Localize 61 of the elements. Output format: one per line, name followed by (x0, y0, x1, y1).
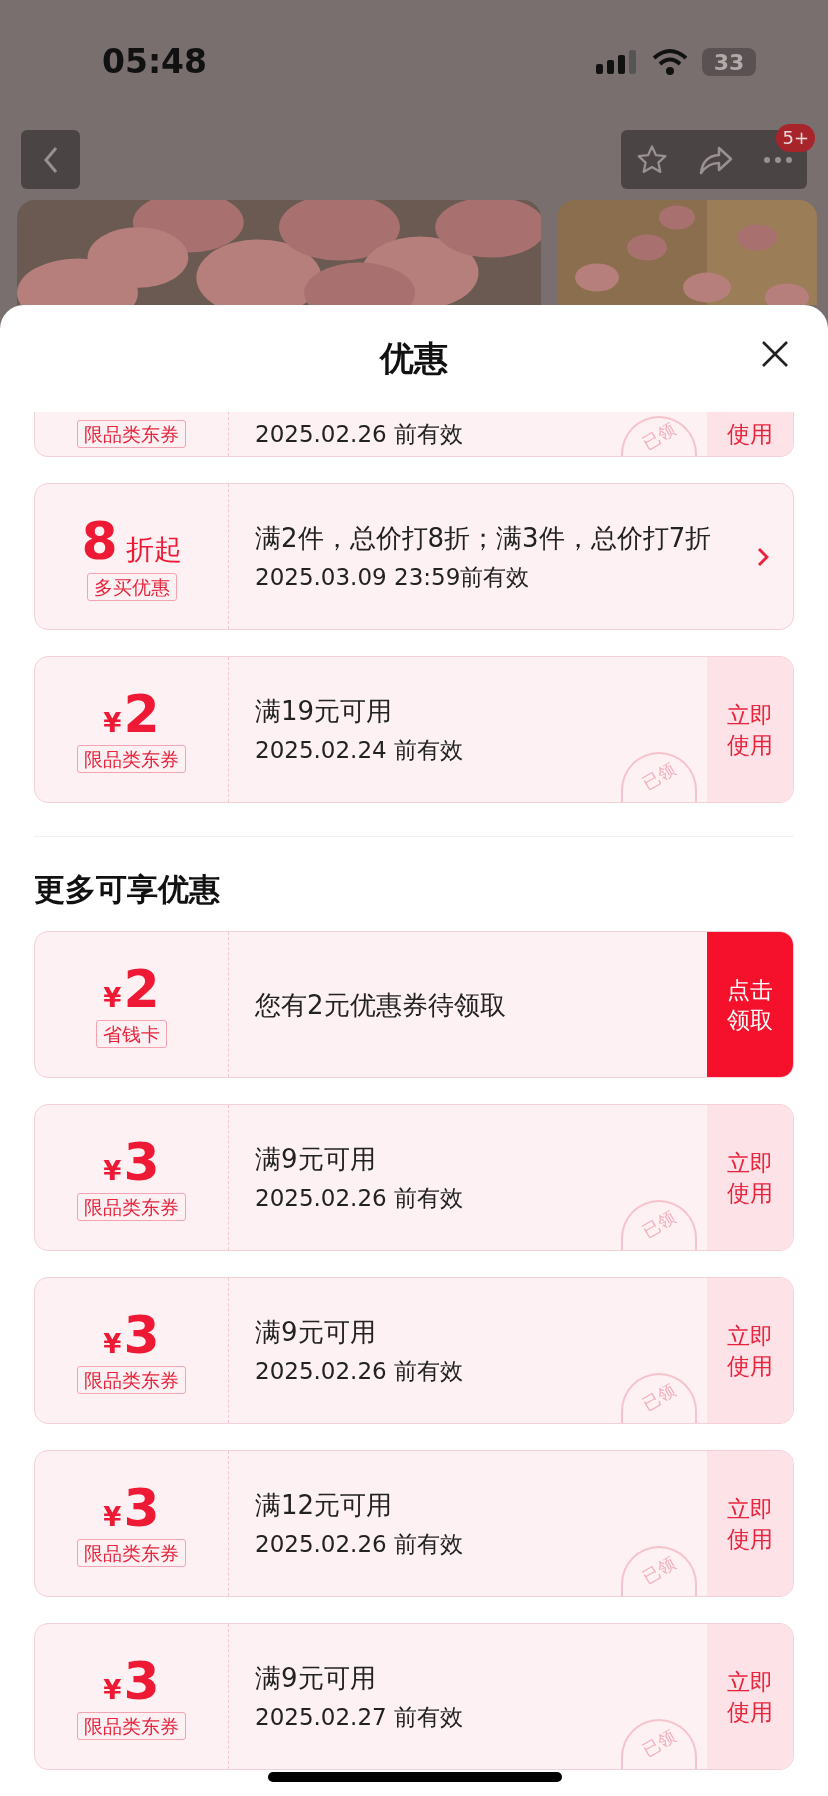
back-icon (42, 145, 59, 174)
coupon-tag: 省钱卡 (96, 1020, 167, 1048)
coupon-amount: 3 (123, 1653, 160, 1709)
expiry-date: 2025.02.24 前有效 (255, 735, 463, 765)
wifi-icon (652, 48, 688, 76)
coupon-tag: 限品类东券 (77, 1539, 186, 1567)
currency-symbol: ¥ (103, 982, 122, 1015)
coupon-condition: 满9元可用 (255, 1142, 377, 1176)
coupon-condition: 满2件，总价打8折；满3件，总价打7折 (255, 521, 713, 555)
currency-symbol: ¥ (103, 1155, 122, 1188)
expiry-date: 2025.02.26 前有效 (255, 1356, 463, 1386)
coupon-amount: 2 (123, 961, 160, 1017)
coupon-tag: 限品类东券 (77, 1712, 186, 1740)
coupon-amount: 3 (123, 1480, 160, 1536)
claimed-stamp: 已领 (621, 1719, 697, 1769)
use-now-button[interactable]: 立即使用 (707, 1278, 793, 1423)
expiry-date: 2025.02.26 前有效 (255, 420, 463, 449)
status-time: 05:48 (102, 41, 208, 84)
signal-icon (596, 48, 638, 76)
currency-symbol: ¥ (103, 707, 122, 740)
coupon-amount: 3 (123, 1307, 160, 1363)
back-button[interactable] (21, 130, 80, 189)
coupon-tag: 限品类东券 (77, 420, 186, 448)
notification-badge: 5+ (776, 124, 815, 152)
currency-symbol: ¥ (103, 1501, 122, 1534)
use-now-button[interactable]: 立即使用 (707, 1451, 793, 1596)
coupon-tag: 限品类东券 (77, 1193, 186, 1221)
coupon-condition: 满9元可用 (255, 1661, 377, 1695)
chevron-right-icon[interactable] (757, 546, 769, 567)
use-now-button[interactable]: 立即使用 (707, 1105, 793, 1250)
battery-icon: 33 (702, 48, 756, 76)
use-now-button[interactable]: 立即使用 (707, 1624, 793, 1769)
expiry-date: 2025.03.09 23:59前有效 (255, 562, 530, 592)
coupon-tag: 限品类东券 (77, 745, 186, 773)
section-heading: 更多可享优惠 (34, 871, 220, 907)
coupon-condition: 满19元可用 (255, 694, 394, 728)
coupon-amount: 3 (123, 1134, 160, 1190)
coupon-condition: 满9元可用 (255, 1315, 377, 1349)
claimed-stamp: 已领 (621, 1546, 697, 1596)
claimed-stamp: 已领 (621, 1200, 697, 1250)
claimed-stamp: 已领 (621, 416, 697, 456)
coupon-tag: 限品类东券 (77, 1366, 186, 1394)
more-icon[interactable] (762, 155, 793, 164)
coupon-condition: 您有2元优惠券待领取 (255, 988, 507, 1022)
expiry-date: 2025.02.27 前有效 (255, 1702, 463, 1732)
coupon-condition: 满12元可用 (255, 1488, 394, 1522)
sheet-title: 优惠 (380, 337, 448, 380)
expiry-date: 2025.02.26 前有效 (255, 1529, 463, 1559)
claim-button[interactable]: 点击领取 (707, 932, 793, 1077)
use-now-button[interactable]: 立即使用 (707, 657, 793, 802)
coupon-amount: 2 (123, 686, 160, 742)
currency-symbol: ¥ (103, 1328, 122, 1361)
expiry-date: 2025.02.26 前有效 (255, 1183, 463, 1213)
discount-unit: 折起 (125, 531, 182, 568)
coupon-tag: 多买优惠 (86, 572, 177, 601)
use-now-button[interactable]: 使用 (707, 412, 793, 456)
claimed-stamp: 已领 (621, 1373, 697, 1423)
claimed-stamp: 已领 (621, 752, 697, 802)
currency-symbol: ¥ (103, 1674, 122, 1707)
coupon-amount: 8 (81, 512, 118, 569)
close-button[interactable] (760, 339, 790, 369)
